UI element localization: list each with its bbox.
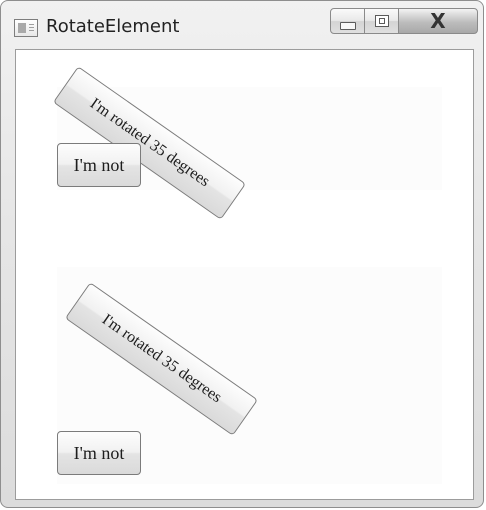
window-title: RotateElement [46,16,180,37]
maximize-button[interactable] [364,8,399,34]
close-button[interactable]: X [398,8,478,34]
minimize-icon [339,22,356,30]
window-client-area: I'm rotated 35 degrees I'm not I'm rotat… [15,49,474,500]
app-window-icon [14,19,38,37]
plain-button-top-label: I'm not [73,154,125,175]
minimize-button[interactable] [330,8,365,34]
plain-button-bottom[interactable]: I'm not [57,431,141,475]
close-icon: X [430,9,446,33]
maximize-icon [374,15,389,27]
plain-button-bottom-label: I'm not [73,442,125,463]
title-bar[interactable]: RotateElement X [1,1,485,49]
plain-button-top[interactable]: I'm not [57,143,141,187]
window-controls: X [330,8,478,36]
rotate-element-window: RotateElement X I'm rotated 35 degrees I… [0,0,484,508]
